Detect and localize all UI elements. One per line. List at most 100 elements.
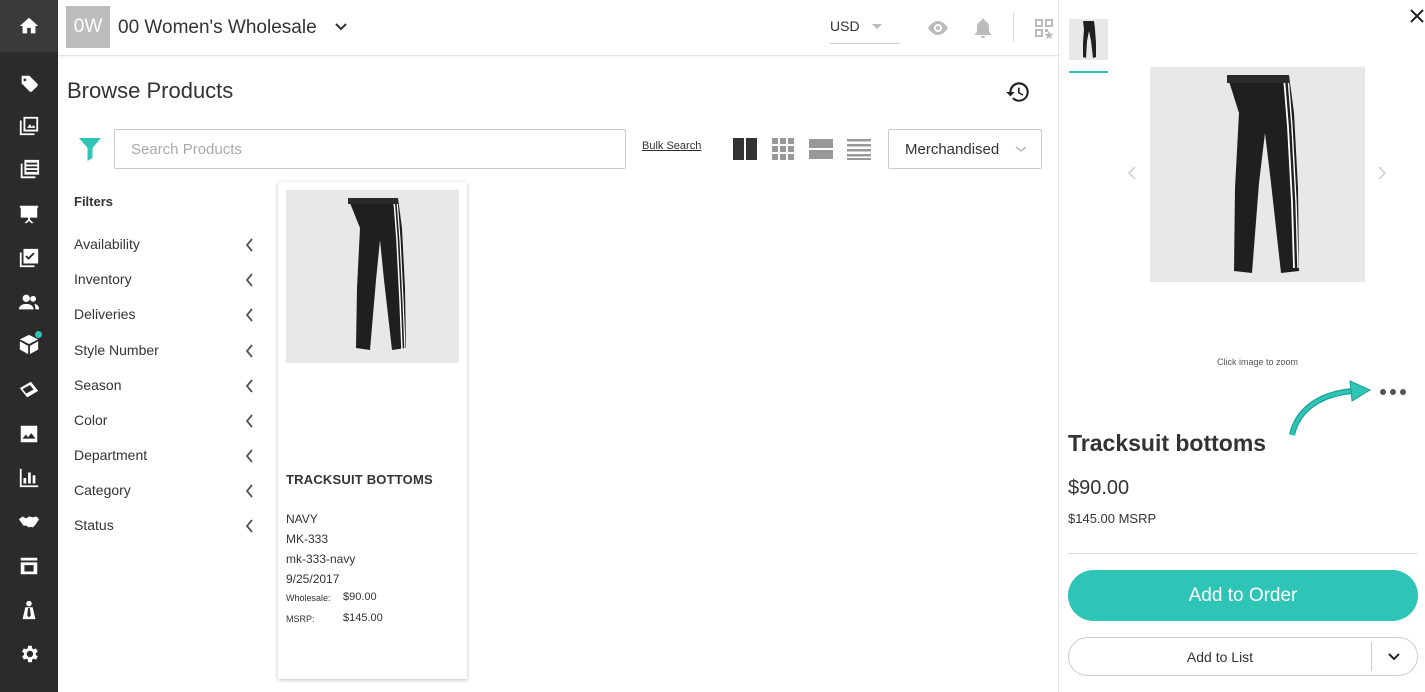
catalog-icon[interactable] xyxy=(0,108,58,144)
chevron-left-icon xyxy=(245,414,253,428)
divider xyxy=(1068,553,1418,554)
filter-label: Availability xyxy=(74,236,140,252)
settings-gear-icon[interactable] xyxy=(0,636,58,672)
filter-label: Deliveries xyxy=(74,306,136,322)
filter-availability[interactable]: Availability xyxy=(74,233,258,257)
more-options-icon[interactable] xyxy=(1379,387,1407,397)
filter-label: Category xyxy=(74,482,131,498)
button-divider xyxy=(1371,642,1372,671)
tracksuit-pants-image xyxy=(348,198,406,351)
media-gallery-icon[interactable] xyxy=(0,416,58,452)
view-large-grid-icon[interactable] xyxy=(733,138,757,160)
header-divider xyxy=(1013,12,1014,42)
inventory-box-icon[interactable] xyxy=(0,326,58,362)
product-sku: mk-333-navy xyxy=(286,552,356,566)
chevron-left-icon[interactable] xyxy=(1127,165,1137,181)
page-title: Browse Products xyxy=(67,78,234,103)
teal-pointer-arrow-icon xyxy=(1289,380,1372,436)
close-icon[interactable] xyxy=(1409,8,1425,24)
chevron-left-icon xyxy=(245,238,253,252)
top-header: 0W 00 Women's Wholesale USD xyxy=(58,0,1058,56)
chevron-left-icon xyxy=(245,449,253,463)
chevron-left-icon xyxy=(245,344,253,358)
home-icon[interactable] xyxy=(0,0,58,52)
msrp-value: $145.00 xyxy=(343,612,383,624)
chevron-left-icon xyxy=(245,484,253,498)
filter-label: Style Number xyxy=(74,342,159,358)
caret-down-icon xyxy=(872,24,882,29)
notification-dot xyxy=(35,331,42,338)
thumbnail-image[interactable] xyxy=(1069,19,1108,60)
add-to-order-button[interactable]: Add to Order xyxy=(1068,570,1418,621)
view-small-grid-icon[interactable] xyxy=(772,138,796,160)
view-compact-list-icon[interactable] xyxy=(847,138,871,160)
filter-label: Status xyxy=(74,517,114,533)
currency-value: USD xyxy=(830,18,860,34)
filters-title: Filters xyxy=(74,194,114,209)
add-to-list-button[interactable]: Add to List xyxy=(1069,638,1371,675)
filter-season[interactable]: Season xyxy=(74,374,258,398)
chevron-left-icon xyxy=(245,519,253,533)
product-detail-panel: Click image to zoom Tracksuit bottoms $9… xyxy=(1058,0,1425,692)
thumbnail-selected-indicator xyxy=(1069,71,1108,73)
zoom-hint: Click image to zoom xyxy=(1216,357,1299,367)
wholesale-value: $90.00 xyxy=(343,591,377,603)
tag-icon[interactable] xyxy=(0,66,58,102)
currency-select[interactable]: USD xyxy=(830,14,900,44)
store-name[interactable]: 00 Women's Wholesale xyxy=(118,17,317,39)
product-color: NAVY xyxy=(286,512,318,526)
filter-style-number[interactable]: Style Number xyxy=(74,339,258,363)
search-input[interactable] xyxy=(114,129,626,169)
product-style-number: MK-333 xyxy=(286,532,329,546)
messages-icon[interactable] xyxy=(0,372,58,408)
thumbnail-pants xyxy=(1083,21,1096,58)
chevron-down-icon[interactable] xyxy=(334,17,348,37)
filter-label: Inventory xyxy=(74,271,132,287)
line-sheet-icon[interactable] xyxy=(0,152,58,188)
filter-label: Season xyxy=(74,377,122,393)
chevron-right-icon[interactable] xyxy=(1377,165,1387,181)
tracksuit-pants-large-image xyxy=(1227,75,1299,273)
customers-icon[interactable] xyxy=(0,284,58,320)
chevron-left-icon xyxy=(245,379,253,393)
chevron-down-icon[interactable] xyxy=(1387,651,1401,663)
view-list-icon[interactable] xyxy=(809,138,833,160)
sort-value: Merchandised xyxy=(905,141,1000,158)
sales-rep-icon[interactable] xyxy=(0,592,58,628)
msrp-label: MSRP: xyxy=(286,614,315,624)
orders-check-icon[interactable] xyxy=(0,240,58,276)
sort-select[interactable]: Merchandised xyxy=(888,129,1042,169)
filter-color[interactable]: Color xyxy=(74,409,258,433)
filter-deliveries[interactable]: Deliveries xyxy=(74,303,258,327)
filter-inventory[interactable]: Inventory xyxy=(74,268,258,292)
partners-handshake-icon[interactable] xyxy=(0,504,58,540)
filter-label: Color xyxy=(74,412,108,428)
history-icon[interactable] xyxy=(1005,79,1031,105)
storefront-icon[interactable] xyxy=(0,548,58,584)
chevron-down-icon xyxy=(1015,146,1027,152)
filter-status[interactable]: Status xyxy=(74,514,258,538)
reports-chart-icon[interactable] xyxy=(0,460,58,496)
filter-category[interactable]: Category xyxy=(74,479,258,503)
detail-price: $90.00 xyxy=(1068,477,1130,499)
chevron-left-icon xyxy=(245,273,253,287)
chevron-left-icon xyxy=(245,308,253,322)
filter-department[interactable]: Department xyxy=(74,444,258,468)
eye-icon[interactable] xyxy=(926,16,950,40)
left-nav-rail xyxy=(0,0,58,692)
add-to-list-button-group: Add to List xyxy=(1068,637,1418,676)
detail-msrp: $145.00 MSRP xyxy=(1068,511,1157,526)
product-image[interactable] xyxy=(286,190,459,363)
product-date: 9/25/2017 xyxy=(286,572,340,586)
store-avatar[interactable]: 0W xyxy=(66,6,110,48)
filter-label: Department xyxy=(74,447,148,463)
filter-funnel-icon[interactable] xyxy=(78,136,102,162)
wholesale-label: Wholesale: xyxy=(286,593,331,603)
qr-star-icon[interactable] xyxy=(1032,16,1056,40)
presentation-icon[interactable] xyxy=(0,196,58,232)
main-product-image[interactable] xyxy=(1150,67,1365,282)
product-name[interactable]: TRACKSUIT BOTTOMS xyxy=(286,472,433,487)
bulk-search-link[interactable]: Bulk Search xyxy=(642,140,701,152)
bell-icon[interactable] xyxy=(971,16,995,40)
product-card[interactable]: TRACKSUIT BOTTOMS NAVY MK-333 mk-333-nav… xyxy=(278,182,467,679)
